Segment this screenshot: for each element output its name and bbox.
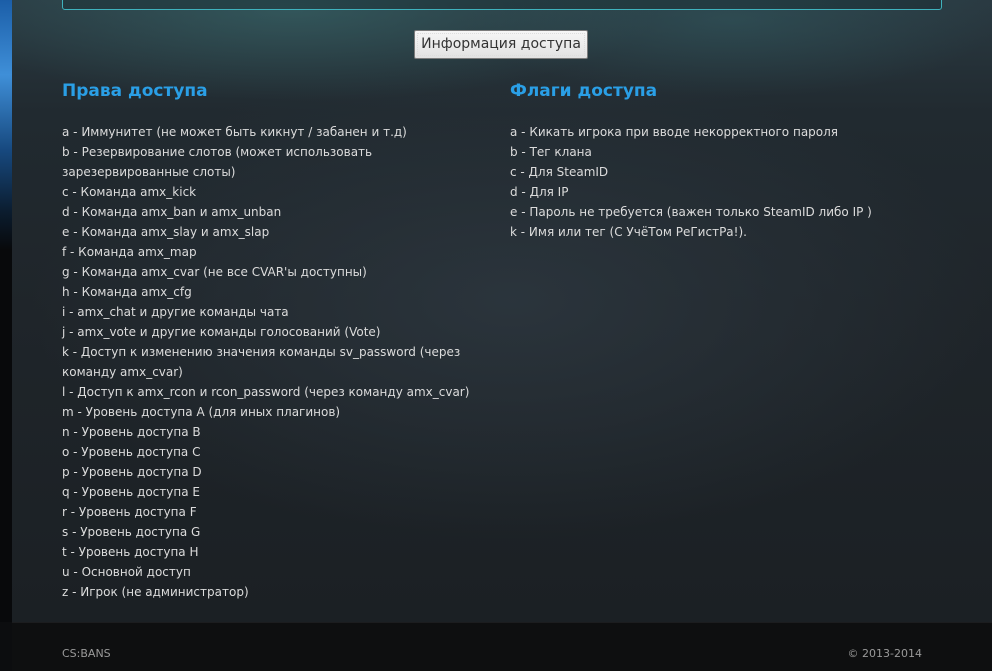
list-item: l - Доступ к amx_rcon и rcon_password (ч… [62, 385, 470, 399]
list-item: e - Команда amx_slay и amx_slap [62, 225, 270, 239]
list-item: i - amx_chat и другие команды чата [62, 305, 289, 319]
list-item: d - Для IP [510, 185, 569, 199]
list-item: c - Для SteamID [510, 165, 609, 179]
list-item: o - Уровень доступа C [62, 445, 201, 459]
footer: CS:BANS © 2013-2014 [12, 622, 992, 671]
list-item: k - Доступ к изменению значения команды … [62, 345, 461, 379]
list-item: s - Уровень доступа G [62, 525, 201, 539]
access-rights-section: Права доступа a - Иммунитет (не может бы… [62, 78, 498, 602]
access-rights-list: a - Иммунитет (не может быть кикнут / за… [62, 122, 498, 602]
main-content: Информация доступа Права доступа a - Имм… [12, 0, 992, 622]
list-item: c - Команда amx_kick [62, 185, 197, 199]
list-item: b - Тег клана [510, 145, 592, 159]
background-image-edge [0, 0, 12, 250]
list-item: g - Команда amx_cvar (не все CVAR'ы дост… [62, 265, 367, 279]
list-item: f - Команда amx_map [62, 245, 197, 259]
access-flags-title: Флаги доступа [510, 81, 658, 101]
footer-brand: CS:BANS [62, 647, 111, 660]
page: Информация доступа Права доступа a - Имм… [0, 0, 992, 671]
list-item: p - Уровень доступа D [62, 465, 202, 479]
search-input[interactable] [62, 0, 942, 10]
list-item: z - Игрок (не администратор) [62, 585, 249, 599]
list-item: d - Команда amx_ban и amx_unban [62, 205, 282, 219]
background-dark-edge [0, 250, 12, 622]
access-info-button[interactable]: Информация доступа [414, 30, 588, 59]
access-flags-list: a - Кикать игрока при вводе некорректног… [510, 122, 950, 242]
access-rights-title: Права доступа [62, 81, 208, 101]
list-item: t - Уровень доступа H [62, 545, 199, 559]
access-flags-section: Флаги доступа a - Кикать игрока при ввод… [510, 78, 950, 242]
list-item: u - Основной доступ [62, 565, 191, 579]
list-item: k - Имя или тег (С УчёТом РеГистРа!). [510, 225, 747, 239]
list-item: m - Уровень доступа A (для иных плагинов… [62, 405, 341, 419]
list-item: a - Иммунитет (не может быть кикнут / за… [62, 125, 407, 139]
list-item: b - Резервирование слотов (может использ… [62, 145, 373, 179]
list-item: a - Кикать игрока при вводе некорректног… [510, 125, 839, 139]
footer-copyright: © 2013-2014 [847, 647, 922, 660]
list-item: n - Уровень доступа B [62, 425, 201, 439]
list-item: h - Команда amx_cfg [62, 285, 192, 299]
list-item: j - amx_vote и другие команды голосовани… [62, 325, 381, 339]
list-item: e - Пароль не требуется (важен только St… [510, 205, 872, 219]
list-item: r - Уровень доступа F [62, 505, 197, 519]
list-item: q - Уровень доступа E [62, 485, 200, 499]
